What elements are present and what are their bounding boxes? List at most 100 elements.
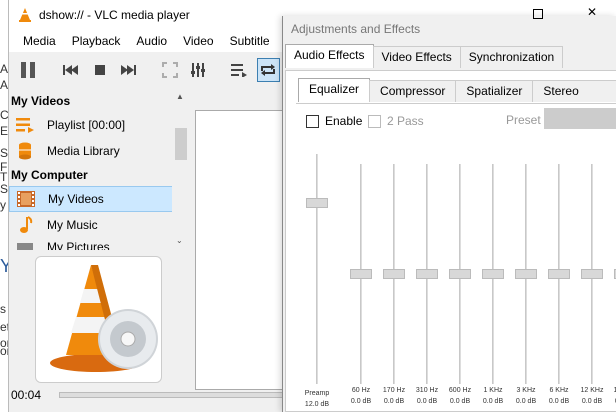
audio-effects-panel: Equalizer Compressor Spatializer Stereo … — [285, 70, 616, 412]
pause-icon — [21, 62, 36, 78]
sidebar-item-my-music[interactable]: My Music — [9, 212, 189, 238]
eq-band-slider[interactable] — [581, 164, 603, 384]
slider-handle[interactable] — [515, 269, 537, 279]
next-button[interactable] — [117, 58, 140, 82]
tab-synchronization[interactable]: Synchronization — [459, 46, 564, 68]
preset-dropdown[interactable] — [544, 108, 616, 129]
bg-text: A — [0, 78, 9, 92]
two-pass-label: 2 Pass — [387, 114, 424, 128]
film-strip-icon — [16, 189, 36, 209]
eq-band-frequency: 1 KHz — [483, 387, 503, 394]
sidebar-heading-my-videos: My Videos — [11, 94, 71, 108]
tab-video-effects[interactable]: Video Effects — [372, 46, 461, 68]
sidebar-item-label: My Pictures — [47, 240, 110, 250]
eq-band-value: 0.0 dB — [449, 398, 471, 405]
checkbox-box[interactable] — [306, 114, 319, 128]
sidebar-item-media-library[interactable]: Media Library — [9, 138, 189, 164]
dialog-title: Adjustments and Effects — [291, 22, 421, 36]
eq-band-value: 0.0 dB — [350, 398, 372, 405]
bg-text: E — [0, 124, 9, 138]
tab-equalizer[interactable]: Equalizer — [298, 78, 371, 102]
enable-label: Enable — [325, 114, 363, 128]
enable-checkbox[interactable]: Enable — [306, 114, 362, 128]
toolbar — [9, 53, 299, 87]
sidebar-item-label: Media Library — [47, 144, 120, 158]
two-pass-checkbox[interactable]: 2 Pass — [368, 114, 424, 128]
slider-handle[interactable] — [548, 269, 570, 279]
preamp-value: 12.0 dB — [304, 401, 330, 408]
menu-video[interactable]: Video — [175, 34, 221, 48]
vlc-cone-icon — [19, 8, 31, 22]
eq-band-value: 0.0 dB — [416, 398, 438, 405]
tab-stereo-widener[interactable]: Stereo Widener — [532, 80, 616, 118]
seek-bar[interactable] — [59, 392, 289, 398]
pictures-icon — [15, 238, 35, 250]
loop-icon — [261, 64, 276, 76]
eq-band-frequency: 170 Hz — [382, 387, 406, 394]
previous-icon — [62, 65, 78, 75]
sidebar-scrollbar[interactable]: ▲ ⌄ — [172, 90, 189, 250]
eq-band-slider[interactable] — [482, 164, 504, 384]
pause-button[interactable] — [15, 56, 42, 84]
slider-handle[interactable] — [449, 269, 471, 279]
sub-tab-bar: Equalizer Compressor Spatializer Stereo … — [298, 78, 616, 118]
sidebar-item-my-videos[interactable]: My Videos — [9, 186, 189, 212]
eq-band-frequency: 3 KHz — [516, 387, 536, 394]
loop-button[interactable] — [256, 58, 280, 82]
menu-audio[interactable]: Audio — [128, 34, 175, 48]
eq-band-value: 0.0 dB — [548, 398, 570, 405]
equalizer-panel: Enable 2 Pass Preset Preamp 12.0 dB 60 Hz 0… — [296, 103, 616, 411]
close-icon[interactable]: ✕ — [587, 5, 597, 19]
tab-audio-effects[interactable]: Audio Effects — [285, 44, 374, 68]
menu-media[interactable]: Media — [15, 34, 64, 48]
main-tab-bar: Audio Effects Video Effects Synchronizat… — [285, 44, 564, 68]
eq-band-frequency: 6 KHz — [549, 387, 569, 394]
eq-band-slider[interactable] — [515, 164, 537, 384]
preset-label: Preset — [506, 113, 541, 127]
checkbox-box[interactable] — [368, 114, 381, 128]
playlist-toggle-button[interactable] — [228, 58, 251, 82]
scrollbar-thumb[interactable] — [175, 128, 187, 160]
slider-handle[interactable] — [482, 269, 504, 279]
vlc-cone-artwork-icon — [50, 265, 158, 372]
media-sidebar: My Videos Playlist [00:00] Media Library… — [9, 90, 189, 250]
sidebar-item-playlist[interactable]: Playlist [00:00] — [9, 112, 189, 138]
menu-playback[interactable]: Playback — [64, 34, 129, 48]
eq-band-frequency: 310 Hz — [415, 387, 439, 394]
maximize-icon[interactable] — [533, 9, 543, 19]
bg-text: S — [0, 146, 9, 160]
music-note-icon — [15, 215, 35, 235]
tab-compressor[interactable]: Compressor — [369, 80, 457, 102]
eq-band-slider[interactable] — [350, 164, 372, 384]
eq-band-slider[interactable] — [548, 164, 570, 384]
bg-text: A — [0, 62, 9, 76]
eq-band-frequency: 12 KHz — [580, 387, 604, 394]
window-title: dshow:// - VLC media player — [39, 8, 190, 22]
scroll-down-arrow-icon[interactable]: ⌄ — [176, 236, 183, 245]
eq-band-slider[interactable] — [383, 164, 405, 384]
preamp-slider[interactable] — [306, 154, 328, 384]
bg-text: s — [0, 302, 6, 316]
slider-track[interactable] — [316, 154, 318, 384]
extended-settings-button[interactable] — [187, 58, 210, 82]
eq-band-slider[interactable] — [449, 164, 471, 384]
slider-handle[interactable] — [416, 269, 438, 279]
slider-handle[interactable] — [581, 269, 603, 279]
previous-button[interactable] — [59, 58, 82, 82]
eq-band-frequency: 600 Hz — [448, 387, 472, 394]
eq-band-slider[interactable] — [416, 164, 438, 384]
vlc-titlebar[interactable]: dshow:// - VLC media player — [9, 0, 299, 30]
menu-subtitle[interactable]: Subtitle — [222, 34, 278, 48]
slider-handle[interactable] — [383, 269, 405, 279]
stop-button[interactable] — [88, 58, 111, 82]
tab-spatializer[interactable]: Spatializer — [455, 80, 534, 102]
bg-text: y — [0, 198, 6, 212]
fullscreen-button[interactable] — [158, 58, 181, 82]
next-icon — [120, 65, 136, 75]
vlc-main-window: dshow:// - VLC media player Media Playba… — [8, 0, 299, 412]
slider-handle[interactable] — [306, 198, 328, 208]
slider-handle[interactable] — [350, 269, 372, 279]
sidebar-item-my-pictures[interactable]: My Pictures — [9, 238, 189, 250]
scroll-up-arrow-icon[interactable]: ▲ — [176, 92, 184, 101]
sidebar-item-label: Playlist [00:00] — [47, 118, 126, 132]
